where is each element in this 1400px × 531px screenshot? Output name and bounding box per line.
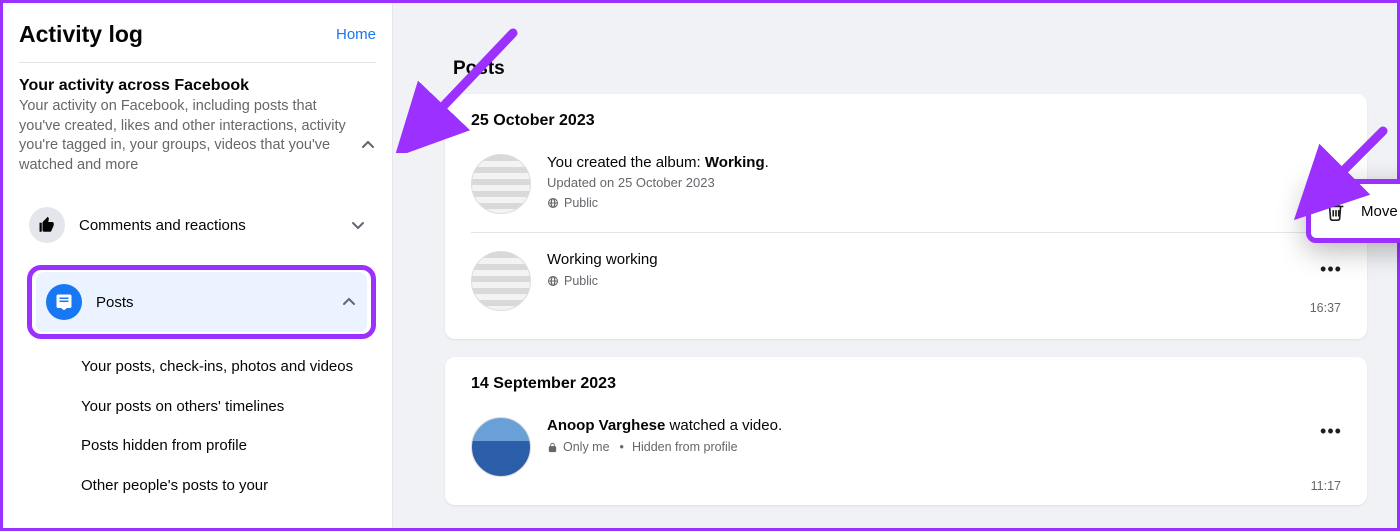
posts-heading: Posts — [453, 58, 1367, 80]
nav-list: Comments and reactions Posts Your p — [19, 199, 376, 505]
sidebar-header: Activity log Home — [19, 21, 376, 63]
trash-icon — [1325, 200, 1347, 222]
highlight-posts: Posts — [27, 265, 376, 339]
entry-thumbnail[interactable] — [471, 251, 531, 311]
lock-icon — [547, 442, 558, 453]
activity-section[interactable]: Your activity across Facebook Your activ… — [19, 77, 376, 175]
main-content: Posts 25 October 2023 You created the al… — [393, 3, 1397, 528]
dot-separator — [615, 440, 627, 454]
entry-thumbnail[interactable] — [471, 417, 531, 477]
activity-entry: Anoop Varghese watched a video. Only me … — [471, 411, 1341, 495]
date-group: 14 September 2023 Anoop Varghese watched… — [445, 357, 1367, 505]
chevron-up-icon — [341, 294, 357, 310]
entry-title: Working working — [547, 251, 1341, 268]
menu-item-label: Move to Recycle bin — [1361, 203, 1400, 220]
date-heading: 14 September 2023 — [471, 375, 1341, 393]
date-heading: 25 October 2023 — [471, 112, 1341, 130]
dots-icon: ••• — [1320, 259, 1342, 280]
entry-menu-button[interactable]: ••• — [1315, 415, 1347, 447]
thumbs-up-icon — [29, 207, 65, 243]
subnav-other-people[interactable]: Other people's posts to your — [77, 466, 376, 506]
entry-title: You created the album: Working. — [547, 154, 1341, 171]
activity-entry: Working working Public 16:37 ••• — [471, 232, 1341, 329]
entry-subtitle: Updated on 25 October 2023 — [547, 175, 1341, 190]
subnav-hidden[interactable]: Posts hidden from profile — [77, 426, 376, 466]
entry-thumbnail[interactable] — [471, 154, 531, 214]
section-description: Your activity on Facebook, including pos… — [19, 97, 350, 175]
entry-privacy: Public — [547, 196, 1341, 210]
globe-icon — [547, 275, 559, 287]
activity-entry: You created the album: Working. Updated … — [471, 148, 1341, 232]
entry-time: 16:37 — [1310, 301, 1341, 315]
subnav-posts-others[interactable]: Your posts on others' timelines — [77, 387, 376, 427]
dots-icon: ••• — [1320, 158, 1342, 179]
sidebar-item-label: Comments and reactions — [79, 217, 336, 234]
entry-time: 11:17 — [1311, 479, 1341, 493]
posts-subnav: Your posts, check-ins, photos and videos… — [77, 347, 376, 505]
chevron-down-icon — [350, 217, 366, 233]
sidebar: Activity log Home Your activity across F… — [3, 3, 393, 528]
home-link[interactable]: Home — [336, 26, 376, 43]
page-title: Activity log — [19, 21, 143, 48]
context-menu: Move to Recycle bin — [1306, 179, 1400, 243]
dots-icon: ••• — [1320, 421, 1342, 442]
date-group: 25 October 2023 You created the album: W… — [445, 94, 1367, 339]
subnav-your-posts[interactable]: Your posts, check-ins, photos and videos — [77, 347, 376, 387]
posts-icon — [46, 284, 82, 320]
globe-icon — [547, 197, 559, 209]
chevron-up-icon[interactable] — [360, 137, 376, 153]
sidebar-item-label: Posts — [96, 294, 327, 311]
sidebar-item-comments-reactions[interactable]: Comments and reactions — [19, 199, 376, 251]
entry-privacy: Public — [547, 274, 1341, 288]
sidebar-item-posts[interactable]: Posts — [36, 272, 367, 332]
move-to-recycle-bin[interactable]: Move to Recycle bin — [1317, 190, 1400, 232]
entry-title: Anoop Varghese watched a video. — [547, 417, 1341, 434]
entry-menu-button[interactable]: ••• — [1315, 253, 1347, 285]
section-heading: Your activity across Facebook — [19, 77, 350, 95]
entry-privacy: Only me Hidden from profile — [547, 440, 1341, 454]
